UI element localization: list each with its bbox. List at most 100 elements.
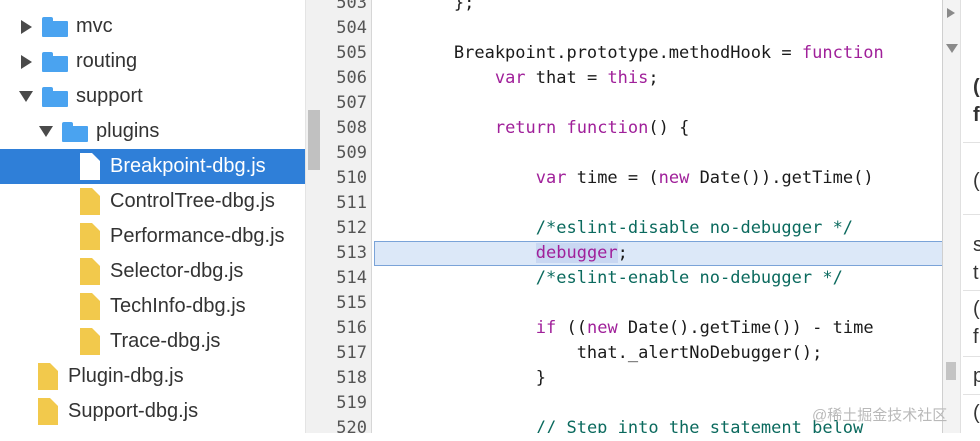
line-number[interactable]: 505 — [336, 41, 367, 66]
line-number[interactable]: 516 — [336, 316, 367, 341]
line-number[interactable]: 513 — [336, 241, 367, 266]
code-line[interactable]: Breakpoint.prototype.methodHook = functi… — [372, 41, 884, 66]
tree-item-label: Support-dbg.js — [68, 400, 199, 422]
code-line[interactable]: }; — [372, 0, 474, 16]
tree-item-label: Plugin-dbg.js — [68, 365, 184, 387]
tree-file-item[interactable]: Breakpoint-dbg.js — [0, 149, 305, 184]
code-comment: /*eslint-enable no-debugger */ — [535, 268, 843, 288]
folder-icon — [62, 121, 88, 142]
code-text: () { — [648, 118, 690, 138]
line-number[interactable]: 509 — [336, 141, 367, 166]
tree-file-item[interactable]: Plugin-dbg.js — [0, 359, 305, 394]
right-panel-fragment: ( — [973, 76, 980, 98]
code-comment: /*eslint-disable no-debugger */ — [535, 218, 854, 238]
code-text: time = ( — [566, 168, 659, 188]
tree-item-label: ControlTree-dbg.js — [110, 190, 275, 212]
file-icon — [38, 363, 58, 390]
line-number[interactable]: 503 — [336, 0, 367, 16]
code-keyword: function — [566, 118, 649, 138]
tree-folder-item[interactable]: support — [0, 79, 305, 114]
folder-icon — [42, 51, 68, 72]
code-keyword: function — [801, 43, 884, 63]
line-number[interactable]: 511 — [336, 191, 367, 216]
file-tree: mvc routing support plugins Breakpoint-dbg.j… — [0, 0, 305, 433]
code-line[interactable]: /*eslint-disable no-debugger */ — [372, 216, 853, 241]
code-line[interactable]: var that = this; — [372, 66, 659, 91]
right-panel-fragment: p — [973, 365, 980, 388]
file-icon — [80, 188, 100, 215]
tree-file-item[interactable]: TechInfo-dbg.js — [0, 289, 305, 324]
right-panel-fragment: ( — [973, 170, 980, 192]
line-number[interactable]: 514 — [336, 266, 367, 291]
tree-folder-item[interactable]: routing — [0, 44, 305, 79]
watermark: @稀土掘金技术社区 — [812, 407, 948, 424]
right-panel: ( f ( s t ( f p ( — [942, 0, 980, 433]
code-line[interactable]: // Step into the statement below — [372, 416, 864, 433]
code-keyword: new — [658, 168, 690, 188]
scroll-up-icon[interactable] — [947, 8, 955, 18]
code-line[interactable]: return function() { — [372, 116, 690, 141]
code-line[interactable]: /*eslint-enable no-debugger */ — [372, 266, 843, 291]
line-number[interactable]: 507 — [336, 91, 367, 116]
line-number[interactable]: 520 — [336, 416, 367, 441]
code-editor[interactable]: }; Breakpoint.prototype.methodHook = fun… — [372, 0, 942, 433]
tree-item-label: Trace-dbg.js — [110, 330, 221, 352]
chevron-right-icon[interactable] — [18, 52, 34, 72]
code-line[interactable]: } — [372, 366, 546, 391]
file-icon — [80, 153, 100, 180]
line-number[interactable]: 519 — [336, 391, 367, 416]
code-line[interactable]: var time = (new Date()).getTime() — [372, 166, 874, 191]
tree-file-item[interactable]: Selector-dbg.js — [0, 254, 305, 289]
chevron-down-icon[interactable] — [38, 122, 54, 142]
file-icon — [80, 258, 100, 285]
chevron-right-icon[interactable] — [18, 17, 34, 37]
line-number[interactable]: 518 — [336, 366, 367, 391]
line-number[interactable]: 510 — [336, 166, 367, 191]
line-number[interactable]: 515 — [336, 291, 367, 316]
code-text: that._alertNoDebugger(); — [372, 343, 823, 363]
code-text: Date().getTime()) - time — [617, 318, 874, 338]
right-panel-scrollbar[interactable] — [943, 0, 961, 433]
code-line[interactable]: that._alertNoDebugger(); — [372, 341, 823, 366]
code-line[interactable]: debugger; — [372, 241, 628, 266]
file-tree-scrollbar-thumb[interactable] — [308, 110, 320, 170]
code-keyword: new — [586, 318, 618, 338]
tree-file-item[interactable]: Support-dbg.js — [0, 394, 305, 429]
line-number[interactable]: 504 — [336, 16, 367, 41]
tree-item-label: support — [76, 85, 143, 107]
code-keyword: var — [494, 68, 526, 88]
tree-folder-item[interactable]: plugins — [0, 114, 305, 149]
code-keyword: var — [535, 168, 567, 188]
line-number-gutter: 503 504 505 506 507 508 509 510 511 512 513 514 515 5… — [322, 0, 372, 438]
tree-item-label: Breakpoint-dbg.js — [110, 155, 266, 177]
right-panel-thumb[interactable] — [946, 362, 956, 380]
file-tree-scrollbar[interactable] — [305, 0, 322, 433]
tree-item-label: mvc — [76, 15, 113, 37]
right-panel-fragment: t — [973, 262, 979, 284]
line-number[interactable]: 508 — [336, 116, 367, 141]
chevron-down-icon[interactable] — [18, 87, 34, 107]
file-icon — [38, 398, 58, 425]
folder-icon — [42, 86, 68, 107]
code-line[interactable]: if ((new Date().getTime()) - time — [372, 316, 874, 341]
line-number[interactable]: 512 — [336, 216, 367, 241]
file-icon — [80, 293, 100, 320]
tree-item-label: routing — [76, 50, 138, 72]
folder-icon — [42, 16, 68, 37]
line-number[interactable]: 506 — [336, 66, 367, 91]
line-number[interactable]: 517 — [336, 341, 367, 366]
tree-file-item[interactable]: Trace-dbg.js — [0, 324, 305, 359]
right-panel-fragment: s — [973, 234, 980, 257]
tree-file-item[interactable]: ControlTree-dbg.js — [0, 184, 305, 219]
scroll-down-icon[interactable] — [946, 44, 958, 53]
tree-file-item[interactable]: Performance-dbg.js — [0, 219, 305, 254]
code-text: Date()).getTime() — [689, 168, 874, 188]
right-panel-fragment: f — [973, 326, 979, 348]
code-text: Breakpoint.prototype.methodHook = — [372, 43, 802, 63]
tree-folder-item[interactable]: mvc — [0, 9, 305, 44]
